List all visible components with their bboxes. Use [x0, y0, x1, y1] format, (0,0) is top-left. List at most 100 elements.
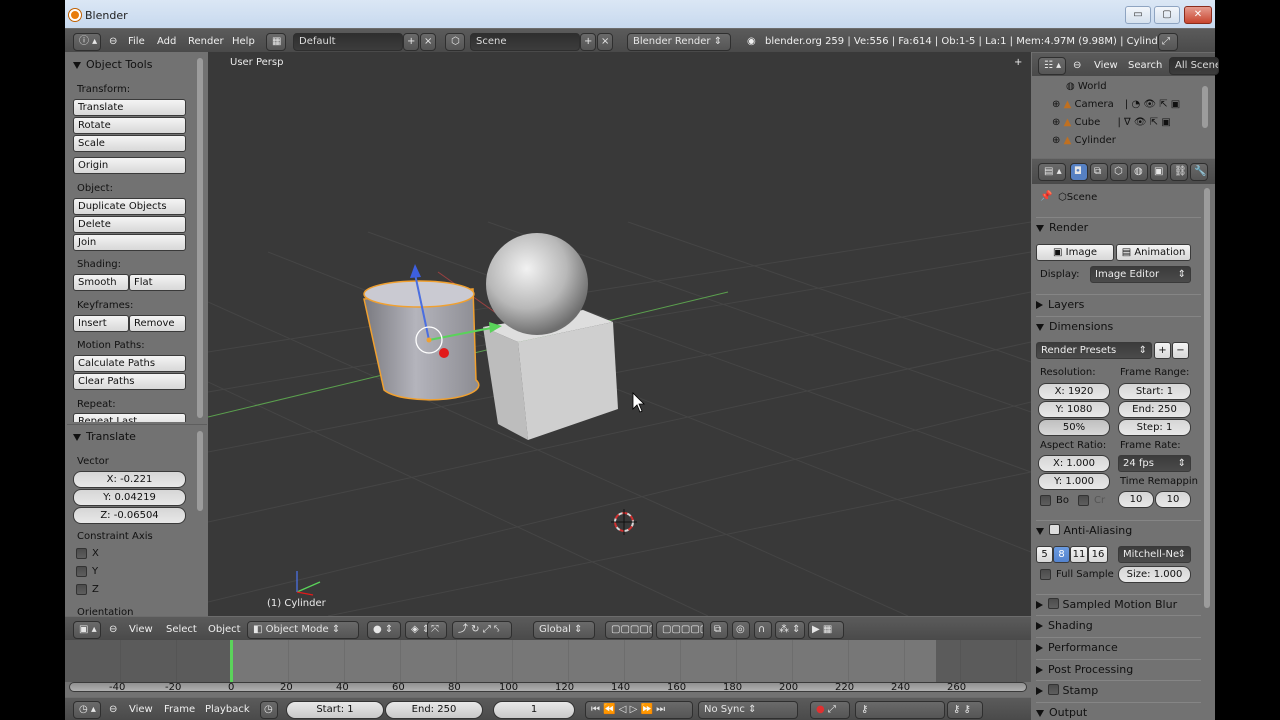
object-tools-panel-header[interactable]: Object Tools [73, 58, 152, 71]
menu-render[interactable]: Render [188, 33, 224, 51]
sampled-motion-blur-section-header[interactable]: Sampled Motion Blur [1036, 594, 1201, 614]
outliner-row-cube[interactable]: ⊕ ▲ Cube | ∇ 👁 ⇱ ▣ [1052, 114, 1171, 132]
constraint-z-checkbox[interactable] [76, 584, 87, 595]
use-preview-range-icon[interactable]: ◷ [260, 701, 278, 719]
outliner-row-world[interactable]: ◍ World [1066, 78, 1107, 96]
collapse-menu-icon[interactable]: ⊖ [109, 33, 117, 51]
performance-section-header[interactable]: Performance [1036, 637, 1201, 657]
smooth-button[interactable]: Smooth [73, 274, 129, 291]
cylinder-object[interactable] [363, 280, 480, 401]
fullscreen-toggle-icon[interactable]: ⤢ [1158, 33, 1178, 51]
menu-help[interactable]: Help [232, 33, 255, 51]
render-context-icon[interactable]: ◘ [1070, 163, 1088, 181]
aa-filter-select[interactable]: Mitchell-Ne ⇕ [1118, 546, 1191, 563]
operator-panel-scrollbar[interactable] [197, 431, 203, 511]
render-image-button[interactable]: ▣ Image [1036, 244, 1114, 261]
rotate-button[interactable]: Rotate [73, 117, 186, 134]
remove-keyframe-button[interactable]: Remove [129, 315, 186, 332]
world-context-icon[interactable]: ◍ [1130, 163, 1148, 181]
flat-button[interactable]: Flat [129, 274, 186, 291]
3d-cursor-icon[interactable] [611, 509, 637, 535]
aspect-y-field[interactable]: Y: 1.000 [1038, 473, 1110, 490]
manipulator-y-handle[interactable] [439, 348, 449, 358]
outliner-scrollbar[interactable] [1202, 86, 1208, 128]
resolution-y-field[interactable]: Y: 1080 [1038, 401, 1110, 418]
visibility-icons[interactable]: | ∇ 👁 ⇱ ▣ [1117, 117, 1170, 128]
insert-keyframe-icons[interactable]: ⚷ ⚷ [947, 701, 983, 719]
frame-start-field[interactable]: Start: 1 [1118, 383, 1191, 400]
aa-samples-8[interactable]: 8 [1053, 546, 1070, 563]
menu-add[interactable]: Add [157, 33, 176, 51]
render-engine-select[interactable]: Blender Render ⇕ [627, 33, 731, 51]
properties-scrollbar[interactable] [1204, 188, 1210, 608]
render-section-header[interactable]: Render [1036, 217, 1201, 237]
add-region-icon[interactable]: + [1014, 57, 1022, 68]
outliner-display-mode[interactable]: All Scenes [1169, 57, 1219, 75]
menu-playback[interactable]: Playback [205, 701, 250, 719]
vector-z-field[interactable]: Z: -0.06504 [73, 507, 186, 524]
remove-scene-icon[interactable]: × [597, 33, 613, 51]
delete-button[interactable]: Delete [73, 216, 186, 233]
screen-layout-icon[interactable]: ▦ [266, 33, 286, 51]
aa-samples-11[interactable]: 11 [1070, 546, 1088, 563]
calculate-paths-button[interactable]: Calculate Paths [73, 355, 186, 372]
transform-orientation-select[interactable]: Global ⇕ [533, 621, 595, 639]
editor-type-properties-icon[interactable]: ▤ ▴ [1038, 163, 1066, 181]
constraint-x-checkbox[interactable] [76, 548, 87, 559]
viewport-shading-select[interactable]: ● ⇕ [367, 621, 401, 639]
collapse-menu-icon[interactable]: ⊖ [109, 701, 117, 719]
mode-select[interactable]: ◧ Object Mode ⇕ [247, 621, 359, 639]
resolution-percentage-slider[interactable]: 50% [1038, 419, 1110, 436]
3d-viewport[interactable]: User Persp (1) Cylinder + [208, 52, 1031, 616]
time-remap-new-field[interactable]: 10 [1155, 491, 1191, 508]
border-checkbox[interactable] [1040, 495, 1051, 506]
scene-field[interactable]: Scene [470, 33, 580, 51]
join-button[interactable]: Join [73, 234, 186, 251]
auto-keying-icons[interactable]: ● ⤢ [810, 701, 850, 719]
editor-type-view3d-icon[interactable]: ▣ ▴ [73, 621, 101, 639]
outliner-row-cylinder[interactable]: ⊕ ▲ Cylinder [1052, 132, 1116, 150]
time-remap-old-field[interactable]: 10 [1118, 491, 1154, 508]
start-frame-field[interactable]: Start: 1 [286, 701, 384, 719]
add-scene-icon[interactable]: + [580, 33, 596, 51]
collapse-menu-icon[interactable]: ⊖ [1073, 57, 1081, 75]
object-context-icon[interactable]: ▣ [1150, 163, 1168, 181]
stamp-section-header[interactable]: Stamp [1036, 680, 1201, 700]
frame-end-field[interactable]: End: 250 [1118, 401, 1191, 418]
editor-type-info-icon[interactable]: ⓘ ▴ [73, 33, 101, 51]
maximize-button[interactable]: ▢ [1154, 6, 1180, 24]
scene-icon[interactable]: ⬡ [445, 33, 465, 51]
opengl-render-icons[interactable]: ▶ ▦ [808, 621, 844, 639]
frame-rate-select[interactable]: 24 fps ⇕ [1118, 455, 1191, 472]
manipulator-modes[interactable]: ⤴ ↻ ⤢ ⤣ [452, 621, 512, 639]
stamp-checkbox[interactable] [1048, 684, 1059, 695]
end-frame-field[interactable]: End: 250 [385, 701, 483, 719]
menu-view[interactable]: View [129, 621, 153, 639]
viewport-scene[interactable] [208, 52, 1031, 616]
scene-context-icon[interactable]: ⬡ [1110, 163, 1128, 181]
aa-samples-16[interactable]: 16 [1088, 546, 1108, 563]
vector-x-field[interactable]: X: -0.221 [73, 471, 186, 488]
pin-icon[interactable]: 📌 [1040, 191, 1052, 202]
dimensions-section-header[interactable]: Dimensions [1036, 316, 1201, 336]
anti-aliasing-checkbox[interactable] [1049, 524, 1060, 535]
visibility-icons[interactable]: | ◔ 👁 ⇱ ▣ [1125, 99, 1180, 110]
current-frame-marker[interactable] [230, 640, 233, 684]
resolution-x-field[interactable]: X: 1920 [1038, 383, 1110, 400]
playback-controls[interactable]: ⏮ ⏪ ◁ ▷ ⏩ ⏭ [585, 701, 693, 719]
minimize-button[interactable]: ▭ [1125, 6, 1151, 24]
lock-layers-icon[interactable]: ⧉ [710, 621, 728, 639]
output-section-header[interactable]: Output [1036, 702, 1201, 720]
menu-view[interactable]: View [129, 701, 153, 719]
add-preset-icon[interactable]: + [1154, 342, 1171, 359]
render-animation-button[interactable]: ▤ Animation [1116, 244, 1191, 261]
shading-section-header[interactable]: Shading [1036, 615, 1201, 635]
timeline-scrollbar[interactable] [69, 682, 1027, 692]
scene-layers-2[interactable]: ▢▢▢▢▢ [656, 621, 704, 639]
full-sample-checkbox[interactable] [1040, 569, 1051, 580]
render-layers-context-icon[interactable]: ⧉ [1090, 163, 1108, 181]
editor-type-timeline-icon[interactable]: ◷ ▴ [73, 701, 101, 719]
current-frame-field[interactable]: 1 [493, 701, 575, 719]
render-presets-select[interactable]: Render Presets ⇕ [1036, 342, 1152, 359]
repeat-last-button[interactable]: Repeat Last [73, 413, 186, 422]
